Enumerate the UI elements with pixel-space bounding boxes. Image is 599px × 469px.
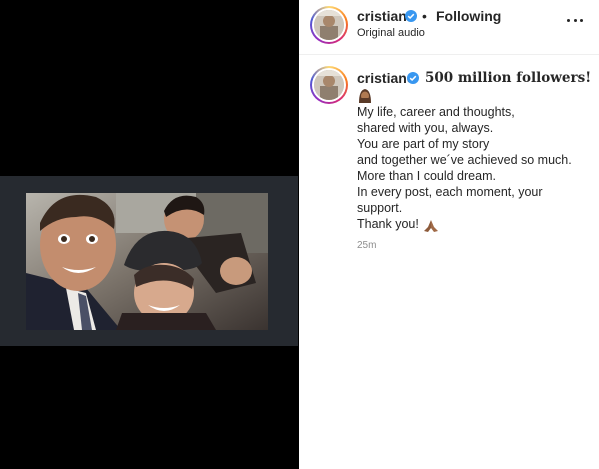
caption-line: Thank you! bbox=[357, 217, 419, 231]
folded-hands-emoji-icon bbox=[424, 220, 438, 232]
verified-badge-icon bbox=[405, 10, 417, 22]
caption-author-avatar[interactable] bbox=[310, 66, 348, 104]
caption-line: You are part of my story bbox=[357, 137, 490, 151]
following-button[interactable]: Following bbox=[436, 8, 501, 24]
caption-line: More than I could dream. bbox=[357, 169, 496, 183]
video-player[interactable] bbox=[0, 176, 298, 346]
caption-line: My life, career and thoughts, bbox=[357, 105, 515, 119]
separator-dot: • bbox=[422, 8, 427, 24]
video-frame-photo bbox=[26, 193, 268, 330]
person-with-headscarf-emoji-icon bbox=[359, 89, 371, 103]
avatar-image bbox=[314, 70, 344, 100]
caption-line: In every post, each moment, your bbox=[357, 185, 543, 199]
avatar-image bbox=[314, 10, 344, 40]
more-options-icon[interactable] bbox=[567, 12, 583, 28]
original-audio-link[interactable]: Original audio bbox=[357, 27, 425, 39]
post-header: cristiano • Following Original audio bbox=[299, 0, 599, 55]
caption-line: shared with you, always. bbox=[357, 121, 494, 135]
post-media-pane bbox=[0, 0, 298, 469]
post-timestamp[interactable]: 25m bbox=[357, 240, 376, 251]
selfie-photo-image bbox=[26, 193, 268, 330]
caption-line: and together we´ve achieved so much. bbox=[357, 153, 572, 167]
caption-line: support. bbox=[357, 201, 403, 215]
post-details-pane: cristiano • Following Original audio cri… bbox=[299, 0, 599, 469]
caption-headline: 500 million followers! bbox=[425, 70, 592, 86]
author-avatar[interactable] bbox=[310, 6, 348, 44]
verified-badge-icon bbox=[407, 72, 419, 84]
